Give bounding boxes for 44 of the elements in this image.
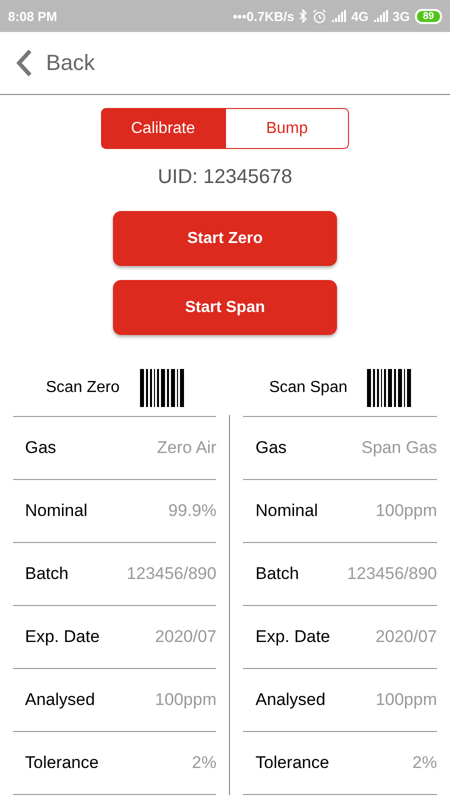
field-label: Nominal — [255, 501, 318, 521]
barcode-icon[interactable] — [140, 369, 184, 407]
field-label: Exp. Date — [25, 627, 100, 647]
signal-icon — [374, 10, 388, 22]
field-label: Tolerance — [25, 753, 99, 773]
battery-level: 89 — [414, 8, 442, 24]
field-label: Analysed — [255, 690, 326, 710]
field-value: Zero Air — [156, 438, 216, 458]
field-value: 2020/07 — [155, 627, 216, 647]
segment-tab[interactable]: Bump — [225, 108, 349, 149]
action-button[interactable]: Start Span — [113, 280, 337, 335]
network-type: 3G — [392, 8, 410, 24]
field-value: Span Gas — [361, 438, 437, 458]
field-label: Nominal — [25, 501, 88, 521]
field-value: 2020/07 — [376, 627, 437, 647]
clock-time: 8:08 PM — [8, 8, 58, 24]
field-label: Batch — [25, 564, 68, 584]
chevron-icon — [16, 49, 32, 77]
field-value: 100ppm — [376, 501, 437, 521]
scan-label: Scan Zero — [46, 379, 120, 397]
field-value: 99.9% — [168, 501, 216, 521]
field-label: Analysed — [25, 690, 95, 710]
field-value: 123456/890 — [347, 564, 437, 584]
field-label: Batch — [255, 564, 299, 584]
field-label: Exp. Date — [255, 627, 330, 647]
action-button[interactable]: Start Zero — [113, 211, 337, 266]
field-value: 100ppm — [155, 690, 216, 710]
signal-icon — [332, 10, 346, 22]
field-label: Gas — [25, 438, 56, 458]
alarm-icon — [312, 8, 328, 24]
segment-tab[interactable]: Calibrate — [101, 108, 225, 149]
field-value: 100ppm — [376, 690, 437, 710]
barcode-icon[interactable] — [367, 369, 412, 407]
network-type: 4G — [351, 8, 369, 24]
bluetooth-icon — [299, 9, 308, 23]
back-button[interactable]: Back — [16, 49, 95, 77]
network-speed: •••0.7KB/s — [232, 8, 294, 24]
field-label: Gas — [255, 438, 287, 458]
field-value: 2% — [192, 753, 216, 773]
field-value: 123456/890 — [126, 564, 216, 584]
field-label: Tolerance — [255, 753, 330, 773]
uid-label: UID: 12345678 — [156, 166, 294, 189]
field-value: 2% — [412, 753, 437, 773]
scan-label: Scan Span — [269, 379, 348, 397]
